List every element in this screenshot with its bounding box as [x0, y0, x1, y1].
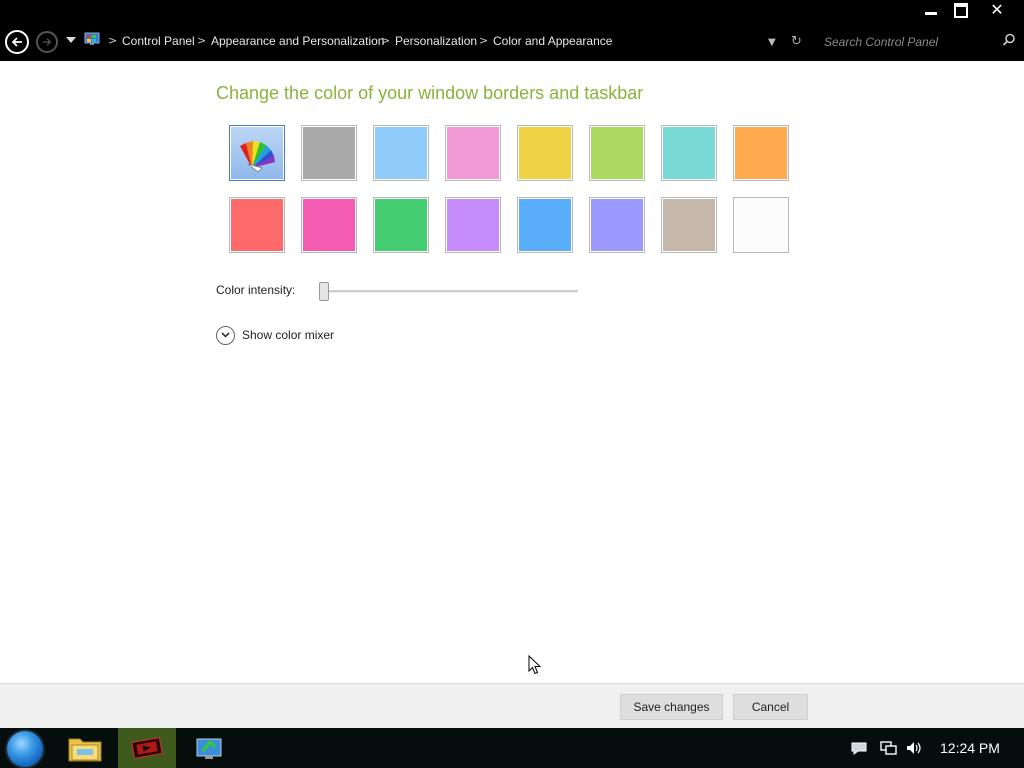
- swatch-fill: [447, 127, 499, 179]
- swatch-taupe[interactable]: [661, 197, 717, 253]
- show-color-mixer-toggle[interactable]: Show color mixer: [216, 325, 334, 345]
- restore-icon: [954, 2, 968, 18]
- swatch-fill: [303, 127, 355, 179]
- action-center-icon[interactable]: [850, 740, 868, 756]
- media-player-icon: [131, 737, 163, 759]
- restore-button[interactable]: [946, 0, 976, 20]
- title-bar: ✕: [0, 0, 1024, 22]
- taskbar-file-explorer[interactable]: [56, 728, 114, 768]
- swatch-white[interactable]: [733, 197, 789, 253]
- network-icon[interactable]: [880, 740, 898, 756]
- swatch-pink[interactable]: [445, 125, 501, 181]
- control-panel-icon: [84, 32, 100, 45]
- cancel-button[interactable]: Cancel: [733, 694, 808, 720]
- chevron-down-icon: [216, 325, 235, 345]
- swatch-fill: [375, 127, 427, 179]
- swatch-periwinkle[interactable]: [589, 197, 645, 253]
- swatch-yellow[interactable]: [517, 125, 573, 181]
- swatch-fill: [303, 199, 355, 251]
- breadcrumb-color-appearance[interactable]: Color and Appearance: [493, 34, 612, 48]
- show-color-mixer-label: Show color mixer: [242, 328, 335, 342]
- swatch-fill: [663, 199, 715, 251]
- close-icon: ✕: [990, 0, 1004, 19]
- close-button[interactable]: ✕: [982, 0, 1012, 20]
- search-icon[interactable]: [1002, 33, 1016, 47]
- refresh-icon[interactable]: ↻: [791, 34, 802, 49]
- control-panel-icon: [196, 738, 222, 759]
- forward-button[interactable]: [36, 31, 58, 53]
- search-box[interactable]: [816, 30, 1020, 52]
- swatch-fill: [591, 199, 643, 251]
- mouse-cursor-icon: [528, 655, 542, 675]
- page-title: Change the color of your window borders …: [216, 83, 644, 103]
- address-bar: > Control Panel > Appearance and Persona…: [0, 22, 1024, 61]
- swatch-fill: [663, 127, 715, 179]
- swatch-orange[interactable]: [733, 125, 789, 181]
- breadcrumb-personalization[interactable]: Personalization: [395, 34, 477, 48]
- address-dropdown-icon[interactable]: ▼: [768, 37, 776, 48]
- volume-icon[interactable]: [905, 740, 923, 756]
- swatch-magenta[interactable]: [301, 197, 357, 253]
- swatch-lime[interactable]: [589, 125, 645, 181]
- color-palette-icon: [240, 141, 275, 173]
- swatch-red[interactable]: [229, 197, 285, 253]
- swatch-violet[interactable]: [445, 197, 501, 253]
- search-input[interactable]: [822, 32, 998, 52]
- swatch-fill: [231, 199, 283, 251]
- breadcrumb-separator[interactable]: >: [381, 34, 390, 47]
- swatch-sky[interactable]: [373, 125, 429, 181]
- swatch-teal[interactable]: [661, 125, 717, 181]
- swatch-fill: [735, 127, 787, 179]
- swatch-blue[interactable]: [517, 197, 573, 253]
- minimize-button[interactable]: [916, 0, 946, 20]
- taskbar-media-app[interactable]: [118, 728, 176, 768]
- breadcrumb-appearance[interactable]: Appearance and Personalization: [211, 34, 384, 48]
- save-changes-button[interactable]: Save changes: [620, 694, 723, 720]
- color-intensity-slider-thumb[interactable]: [319, 282, 329, 301]
- start-button[interactable]: [7, 731, 43, 767]
- swatch-green[interactable]: [373, 197, 429, 253]
- action-bar: Save changes Cancel: [0, 683, 1024, 729]
- taskbar-clock[interactable]: 12:24 PM: [940, 740, 1000, 756]
- swatch-fill: [735, 199, 787, 251]
- color-intensity-label: Color intensity:: [216, 283, 296, 297]
- swatch-fill: [447, 199, 499, 251]
- back-button[interactable]: [5, 30, 29, 54]
- recent-pages-dropdown[interactable]: [66, 37, 76, 43]
- back-arrow-icon: [11, 37, 22, 47]
- folder-icon: [68, 738, 102, 762]
- swatch-fill: [519, 199, 571, 251]
- breadcrumb-separator[interactable]: >: [108, 34, 117, 47]
- breadcrumb-separator[interactable]: >: [479, 34, 488, 47]
- color-intensity-slider-track[interactable]: [322, 290, 578, 293]
- swatch-fill: [375, 199, 427, 251]
- breadcrumb-separator[interactable]: >: [197, 34, 206, 47]
- swatch-fill: [591, 127, 643, 179]
- minimize-icon: [925, 11, 937, 15]
- swatch-fill: [519, 127, 571, 179]
- breadcrumb-control-panel[interactable]: Control Panel: [122, 34, 195, 48]
- swatch-gray[interactable]: [301, 125, 357, 181]
- forward-arrow-icon: [42, 38, 52, 46]
- taskbar-control-panel[interactable]: [180, 728, 238, 768]
- swatch-automatic[interactable]: [229, 125, 285, 181]
